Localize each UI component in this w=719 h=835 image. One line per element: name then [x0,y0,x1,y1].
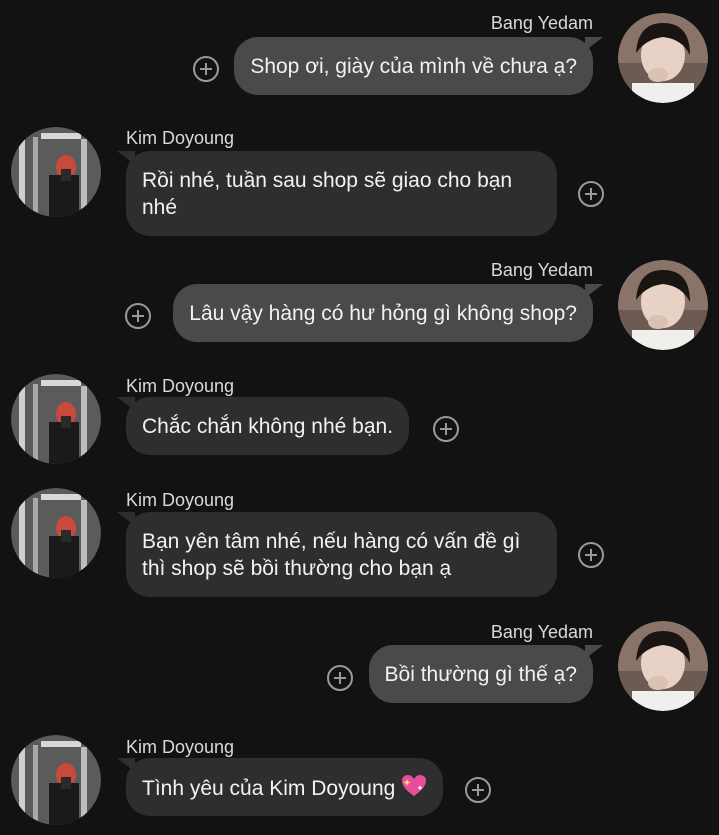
avatar-image [618,260,708,350]
message-text: Shop ơi, giày của mình về chưa ạ? [250,55,577,78]
message-row: Bang Yedam Bồi thường gì thế ạ? [0,615,719,730]
message-bubble[interactable]: Bạn yên tâm nhé, nếu hàng có vấn đề gì t… [126,512,557,597]
add-reaction-button[interactable] [125,303,151,329]
avatar-bang-yedam[interactable] [618,13,708,103]
add-reaction-button[interactable] [578,542,604,568]
message-text: Tình yêu của Kim Doyoung [142,777,396,800]
avatar-image [618,621,708,711]
message-bubble[interactable]: Shop ơi, giày của mình về chưa ạ? [234,37,593,95]
bubble-tail [585,645,603,659]
message-row: Kim Doyoung Bạn yên tâm nhé, nếu hàng có… [0,481,719,616]
add-reaction-button[interactable] [578,181,604,207]
message-bubble[interactable]: Bồi thường gì thế ạ? [368,645,593,703]
message-row: Bang Yedam Lâu vậy hàng có hư hỏng gì kh… [0,255,719,370]
message-bubble[interactable]: Rồi nhé, tuần sau shop sẽ giao cho bạn n… [126,151,557,236]
add-reaction-button[interactable] [193,56,219,82]
message-text: Bạn yên tâm nhé, nếu hàng có vấn đề gì t… [142,530,521,580]
message-text: Lâu vậy hàng có hư hỏng gì không shop? [189,302,577,325]
bubble-tail [585,37,603,51]
message-text: Chắc chắn không nhé bạn. [142,415,394,438]
message-bubble[interactable]: Chắc chắn không nhé bạn. [126,397,410,455]
bubble-tail [117,397,135,411]
message-text: Bồi thường gì thế ạ? [384,663,577,686]
sender-name: Bang Yedam [490,260,593,280]
message-text: Rồi nhé, tuần sau shop sẽ giao cho bạn n… [142,169,513,219]
sender-name: Kim Doyoung [126,737,235,757]
avatar-kim-doyoung[interactable] [11,488,101,578]
avatar-image [11,735,101,825]
sender-name: Kim Doyoung [126,490,235,510]
avatar-bang-yedam[interactable] [618,260,708,350]
message-row: Bang Yedam Shop ơi, giày của mình về chư… [0,0,719,120]
avatar-kim-doyoung[interactable] [11,127,101,217]
add-reaction-button[interactable] [465,777,491,803]
message-row: Kim Doyoung Rồi nhé, tuần sau shop sẽ gi… [0,120,719,260]
avatar-kim-doyoung[interactable] [11,735,101,825]
bubble-tail [585,284,603,298]
add-reaction-button[interactable] [433,416,459,442]
message-bubble[interactable]: Lâu vậy hàng có hư hỏng gì không shop? [173,284,593,342]
sender-name: Kim Doyoung [126,376,235,396]
avatar-image [11,488,101,578]
sender-name: Bang Yedam [490,13,593,33]
message-row: Kim Doyoung Tình yêu của Kim Doyoung [0,728,719,835]
sender-name: Bang Yedam [490,622,593,642]
avatar-kim-doyoung[interactable] [11,374,101,464]
sparkling-heart-icon [401,774,427,805]
avatar-image [618,13,708,103]
bubble-tail [117,151,135,165]
message-row: Kim Doyoung Chắc chắn không nhé bạn. [0,368,719,483]
message-bubble[interactable]: Tình yêu của Kim Doyoung [126,758,444,816]
add-reaction-button[interactable] [327,665,353,691]
sender-name: Kim Doyoung [126,128,235,148]
avatar-bang-yedam[interactable] [618,621,708,711]
avatar-image [11,127,101,217]
bubble-tail [117,512,135,526]
bubble-tail [117,758,135,772]
avatar-image [11,374,101,464]
